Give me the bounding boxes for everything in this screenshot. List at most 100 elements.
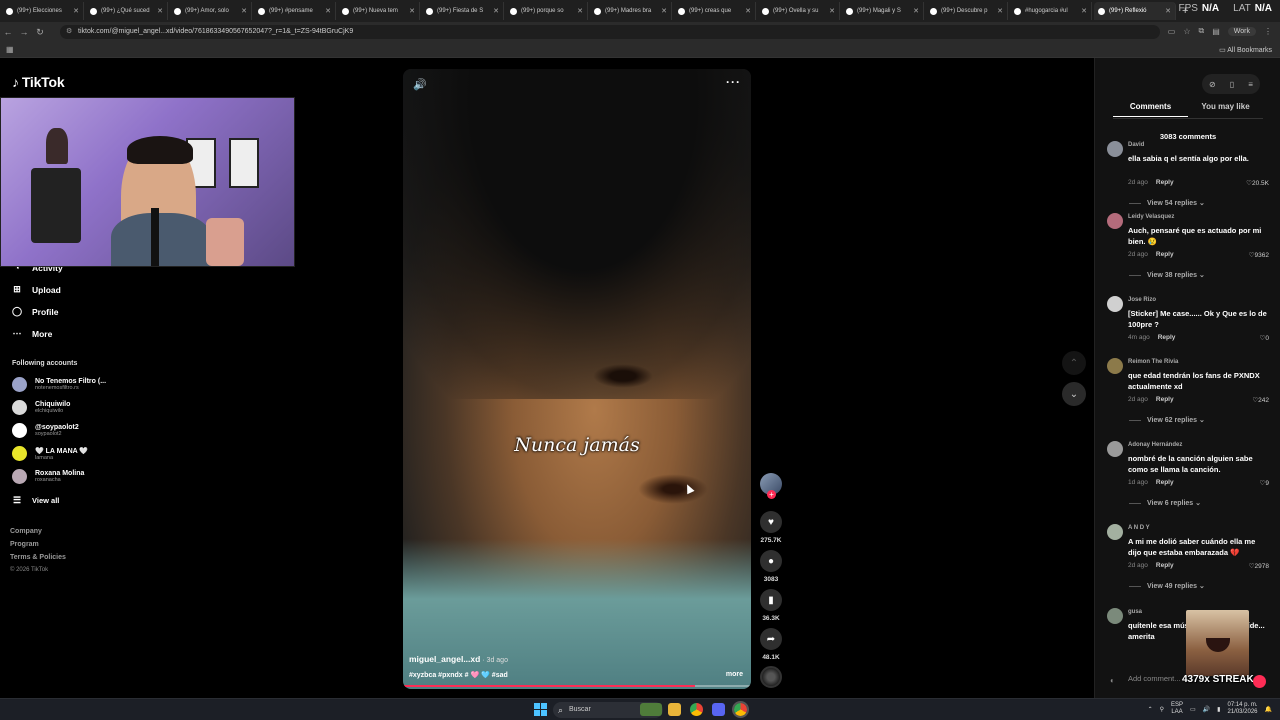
forward-icon[interactable]: → (16, 27, 32, 37)
comment-like-button[interactable]: ♡242 (1252, 396, 1269, 404)
following-account[interactable]: @soypaolot2 soypaolot2 (12, 423, 79, 438)
compass-icon[interactable]: ⊘ (1209, 80, 1216, 89)
video-options-icon[interactable]: ··· (726, 75, 741, 89)
close-tab-icon[interactable]: ✕ (661, 7, 667, 15)
reply-button[interactable]: Reply (1156, 562, 1174, 569)
footer-link[interactable]: Terms & Policies (10, 554, 66, 561)
sidebar-item-profile[interactable]: ◯ Profile (12, 306, 58, 317)
close-tab-icon[interactable]: ✕ (409, 7, 415, 15)
view-replies-button[interactable]: View 49 replies ⌄ (1129, 582, 1205, 590)
network-icon[interactable]: ▭ (1190, 706, 1196, 713)
comment-username[interactable]: Adonay Hernández (1128, 442, 1182, 448)
phone-icon[interactable]: ▯ (1230, 80, 1234, 89)
browser-tab[interactable]: (99+) porque so ✕ (506, 2, 588, 20)
browser-tab[interactable]: (99+) Madres bra ✕ (590, 2, 672, 20)
menu-lines-icon[interactable]: ≡ (1248, 80, 1253, 89)
comment-like-button[interactable]: ♡9362 (1249, 251, 1269, 259)
browser-tab[interactable]: (99+) Nueva tem ✕ (338, 2, 420, 20)
browser-tab[interactable]: (99+) Descubre p ✕ (926, 2, 1008, 20)
comment-username[interactable]: Jose Rizo (1128, 297, 1156, 303)
close-tab-icon[interactable]: ✕ (997, 7, 1003, 15)
comment-username[interactable]: gusa (1128, 609, 1142, 615)
following-account[interactable]: Roxana Molina roxanacha (12, 469, 84, 484)
browser-tab[interactable]: #hugogarcia #ul ✕ (1010, 2, 1092, 20)
close-tab-icon[interactable]: ✕ (241, 7, 247, 15)
follow-plus-icon[interactable]: + (767, 490, 776, 499)
close-tab-icon[interactable]: ✕ (913, 7, 919, 15)
reply-button[interactable]: Reply (1156, 179, 1174, 186)
chevron-up-icon[interactable]: ⌃ (1148, 706, 1153, 713)
view-replies-button[interactable]: View 54 replies ⌄ (1129, 199, 1205, 207)
author-name[interactable]: miguel_angel...xd (409, 654, 480, 664)
browser-tab[interactable]: (99+) ¿Qué suced ✕ (86, 2, 168, 20)
windows-start-icon[interactable] (534, 703, 547, 716)
video-author[interactable]: miguel_angel...xd · 3d ago (409, 654, 508, 664)
caption-more-button[interactable]: more (726, 671, 743, 678)
close-tab-icon[interactable]: ✕ (745, 7, 751, 15)
share-button[interactable]: ➦ (760, 628, 782, 650)
reply-button[interactable]: Reply (1156, 396, 1174, 403)
back-icon[interactable]: ← (0, 27, 16, 37)
close-tab-icon[interactable]: ✕ (577, 7, 583, 15)
following-account[interactable]: 🤍 LA MANA 🤍 lamana (12, 446, 88, 461)
browser-tab[interactable]: (99+) #pensame ✕ (254, 2, 336, 20)
previous-video-button[interactable]: ⌃ (1062, 351, 1086, 375)
view-replies-button[interactable]: View 62 replies ⌄ (1129, 416, 1205, 424)
browser-tab[interactable]: (99+) Elecciones ✕ (2, 2, 84, 20)
reply-button[interactable]: Reply (1158, 334, 1176, 341)
video-hashtags[interactable]: #xyzbca #pxndx # 🩷 🩵 #sad (409, 671, 508, 679)
speaker-icon[interactable]: 🔊 (1203, 706, 1210, 713)
comment-like-button[interactable]: ♡0 (1260, 334, 1269, 342)
site-info-icon[interactable]: ⚙ (66, 25, 72, 39)
battery-icon[interactable]: ▮ (1217, 706, 1220, 713)
avatar[interactable] (1107, 296, 1123, 312)
avatar[interactable] (1107, 213, 1123, 229)
view-replies-button[interactable]: View 38 replies ⌄ (1129, 271, 1205, 279)
discord-icon[interactable] (712, 703, 725, 716)
close-tab-icon[interactable]: ✕ (157, 7, 163, 15)
save-button[interactable]: ▮ (760, 589, 782, 611)
tiktok-logo[interactable]: ♪ TikTok (12, 74, 65, 90)
comment-username[interactable]: Reimon The Rivia (1128, 359, 1178, 365)
sidebar-item-upload[interactable]: ⊞ Upload (12, 284, 61, 295)
comment-username[interactable]: A N D Y (1128, 525, 1150, 531)
address-bar[interactable]: ⚙ tiktok.com/@miguel_angel...xd/video/76… (60, 25, 1160, 39)
clock[interactable]: 07:14 p. m. 21/03/2026 (1227, 702, 1257, 716)
bookmark-star-icon[interactable]: ☆ (1183, 27, 1190, 36)
view-replies-button[interactable]: View 6 replies ⌄ (1129, 499, 1201, 507)
widgets-icon[interactable] (640, 703, 662, 716)
notification-bell-icon[interactable]: 🔔 (1265, 706, 1272, 713)
chrome-icon[interactable] (690, 703, 703, 716)
close-tab-icon[interactable]: ✕ (1081, 7, 1087, 15)
volume-icon[interactable]: 🔊 (413, 78, 427, 91)
browser-tab[interactable]: (99+) Fiesta de S ✕ (422, 2, 504, 20)
browser-tab[interactable]: (99+) Amor, solo ✕ (170, 2, 252, 20)
avatar[interactable] (1107, 524, 1123, 540)
tabs-icon[interactable]: ▤ (1212, 27, 1220, 36)
avatar[interactable] (1107, 441, 1123, 457)
profile-button[interactable]: Work (1227, 26, 1256, 36)
following-account[interactable]: Chiquiwilo elchiquiwilo (12, 400, 70, 415)
view-all-button[interactable]: ☰ View all (12, 495, 59, 506)
browser-tab[interactable]: (99+) Magali y S ✕ (842, 2, 924, 20)
extensions-icon[interactable]: ⧉ (1199, 26, 1205, 36)
cast-icon[interactable]: ▭ (1168, 27, 1176, 36)
comment-like-button[interactable]: ♡2978 (1249, 562, 1269, 570)
avatar[interactable] (1107, 608, 1123, 624)
chrome-active-icon[interactable] (732, 701, 749, 718)
file-explorer-icon[interactable] (668, 703, 681, 716)
browser-tab[interactable]: (99+) Reflexió ✕ (1094, 2, 1176, 20)
following-account[interactable]: No Tenemos Filtro (... notenemosfiltro.rs (12, 377, 106, 392)
all-bookmarks-button[interactable]: ▭ All Bookmarks (1219, 46, 1272, 54)
close-tab-icon[interactable]: ✕ (325, 7, 331, 15)
sidebar-item-more[interactable]: ⋯ More (12, 328, 53, 339)
comment-like-button[interactable]: ♡9 (1260, 479, 1269, 487)
like-button[interactable]: ♥ (760, 511, 782, 533)
apps-icon[interactable]: ▦ (6, 45, 14, 54)
video-player[interactable]: Nunca jamás 🔊 ··· miguel_angel...xd · 3d… (403, 69, 751, 689)
comment-username[interactable]: David (1128, 142, 1144, 148)
footer-link[interactable]: Program (10, 541, 39, 548)
close-tab-icon[interactable]: ✕ (73, 7, 79, 15)
avatar[interactable] (1107, 141, 1123, 157)
comment-username[interactable]: Leidy Velasquez (1128, 214, 1174, 220)
